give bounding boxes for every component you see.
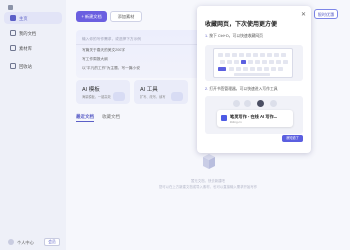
active-tab-indicator	[76, 121, 94, 122]
sidebar-item-documents[interactable]: 我的文档	[4, 27, 62, 39]
tools-icon	[171, 92, 183, 101]
bookmark-url: ibiling.cn	[230, 120, 242, 124]
back-icon	[233, 100, 240, 107]
tile-subtitle: 扩写、改写、续写	[140, 95, 166, 99]
suggestion-item[interactable]: 以"平凡的工作"为主题，写一篇小说	[82, 66, 140, 71]
site-logo-icon	[221, 115, 227, 121]
tile-title: AI 模板	[82, 87, 100, 93]
home-icon	[10, 15, 16, 21]
popup-title: 收藏网页，下次使用更方便	[205, 22, 278, 28]
empty-state-title: 暂无文档，快去新建吧	[191, 179, 225, 183]
step-text: 打开书签管理器，可以快速进入写作工具	[209, 87, 278, 91]
sidebar-item-label: 素材库	[19, 45, 32, 51]
sidebar-item-library[interactable]: 素材库	[4, 42, 62, 54]
user-name: 个人中心	[17, 239, 34, 245]
template-icon	[113, 92, 125, 101]
refresh-icon	[244, 100, 251, 107]
bookmark-guide-popup: ✕ 收藏网页，下次使用更方便 1. 按下 Ctrl+D，可以快速收藏网页 2. …	[197, 6, 311, 153]
tab-favorites[interactable]: 收藏文档	[102, 114, 120, 120]
step-text: 按下 Ctrl+D，可以快速收藏网页	[209, 34, 263, 38]
tile-subtitle: 海量模板，一键高效	[82, 95, 111, 99]
document-icon	[10, 30, 16, 36]
sidebar: 主页 我的文档 素材库 回收站 个人中心 会员	[0, 0, 66, 250]
keyboard-icon	[213, 48, 293, 78]
add-material-button[interactable]: 添加素材	[110, 11, 142, 22]
divider	[76, 44, 216, 45]
got-it-button[interactable]: 我知道了	[282, 135, 303, 142]
sidebar-item-label: 回收站	[19, 63, 32, 69]
avatar	[8, 239, 14, 245]
ai-tools-tile[interactable]: AI 工具 扩写、改写、续写	[134, 80, 188, 104]
sidebar-item-trash[interactable]: 回收站	[4, 60, 62, 72]
app-logo	[8, 5, 13, 10]
tab-recent[interactable]: 最近文档	[76, 114, 94, 120]
bookmark-star-icon	[257, 100, 264, 107]
suggestion-item[interactable]: 写篇关于春天的美文200字	[82, 48, 125, 53]
document-tabs: 最近文档 收藏文档	[76, 114, 120, 120]
sidebar-item-label: 我的文档	[19, 30, 37, 36]
step-2: 2. 打开书签管理器，可以快速进入写作工具	[205, 87, 278, 92]
empty-box-icon	[203, 154, 215, 169]
empty-state-description: 您可以在上方新建文档或导入素材，也可以直接输入需求开始写作	[158, 185, 258, 189]
tile-title: AI 工具	[140, 87, 158, 93]
bookmark-card: 笔灵写作 - 在线 AI 写作... ibiling.cn	[217, 110, 293, 127]
sidebar-item-home[interactable]: 主页	[4, 12, 62, 24]
trash-icon	[10, 63, 16, 69]
prompt-input-placeholder[interactable]: 输入你的写作需求，或选择下方示例	[82, 37, 141, 42]
bookmark-illustration: 笔灵写作 - 在线 AI 写作... ibiling.cn	[205, 96, 303, 134]
library-icon	[10, 45, 16, 51]
new-document-button[interactable]: + 新建文档	[76, 11, 107, 22]
menu-icon	[270, 100, 277, 107]
step-number: 1.	[205, 34, 209, 38]
step-1: 1. 按下 Ctrl+D，可以快速收藏网页	[205, 34, 263, 39]
browser-toolbar	[213, 100, 295, 108]
ai-templates-tile[interactable]: AI 模板 海量模板，一键高效	[76, 80, 130, 104]
step-number: 2.	[205, 87, 209, 91]
keyboard-illustration	[205, 45, 303, 81]
close-icon[interactable]: ✕	[301, 12, 306, 18]
suggestion-item[interactable]: 写工作周报大纲	[82, 57, 108, 62]
membership-button[interactable]: 会员	[44, 238, 60, 246]
promo-button[interactable]: 限时优惠	[314, 9, 338, 19]
sidebar-item-label: 主页	[19, 15, 28, 21]
user-center[interactable]: 个人中心 会员	[4, 236, 62, 248]
